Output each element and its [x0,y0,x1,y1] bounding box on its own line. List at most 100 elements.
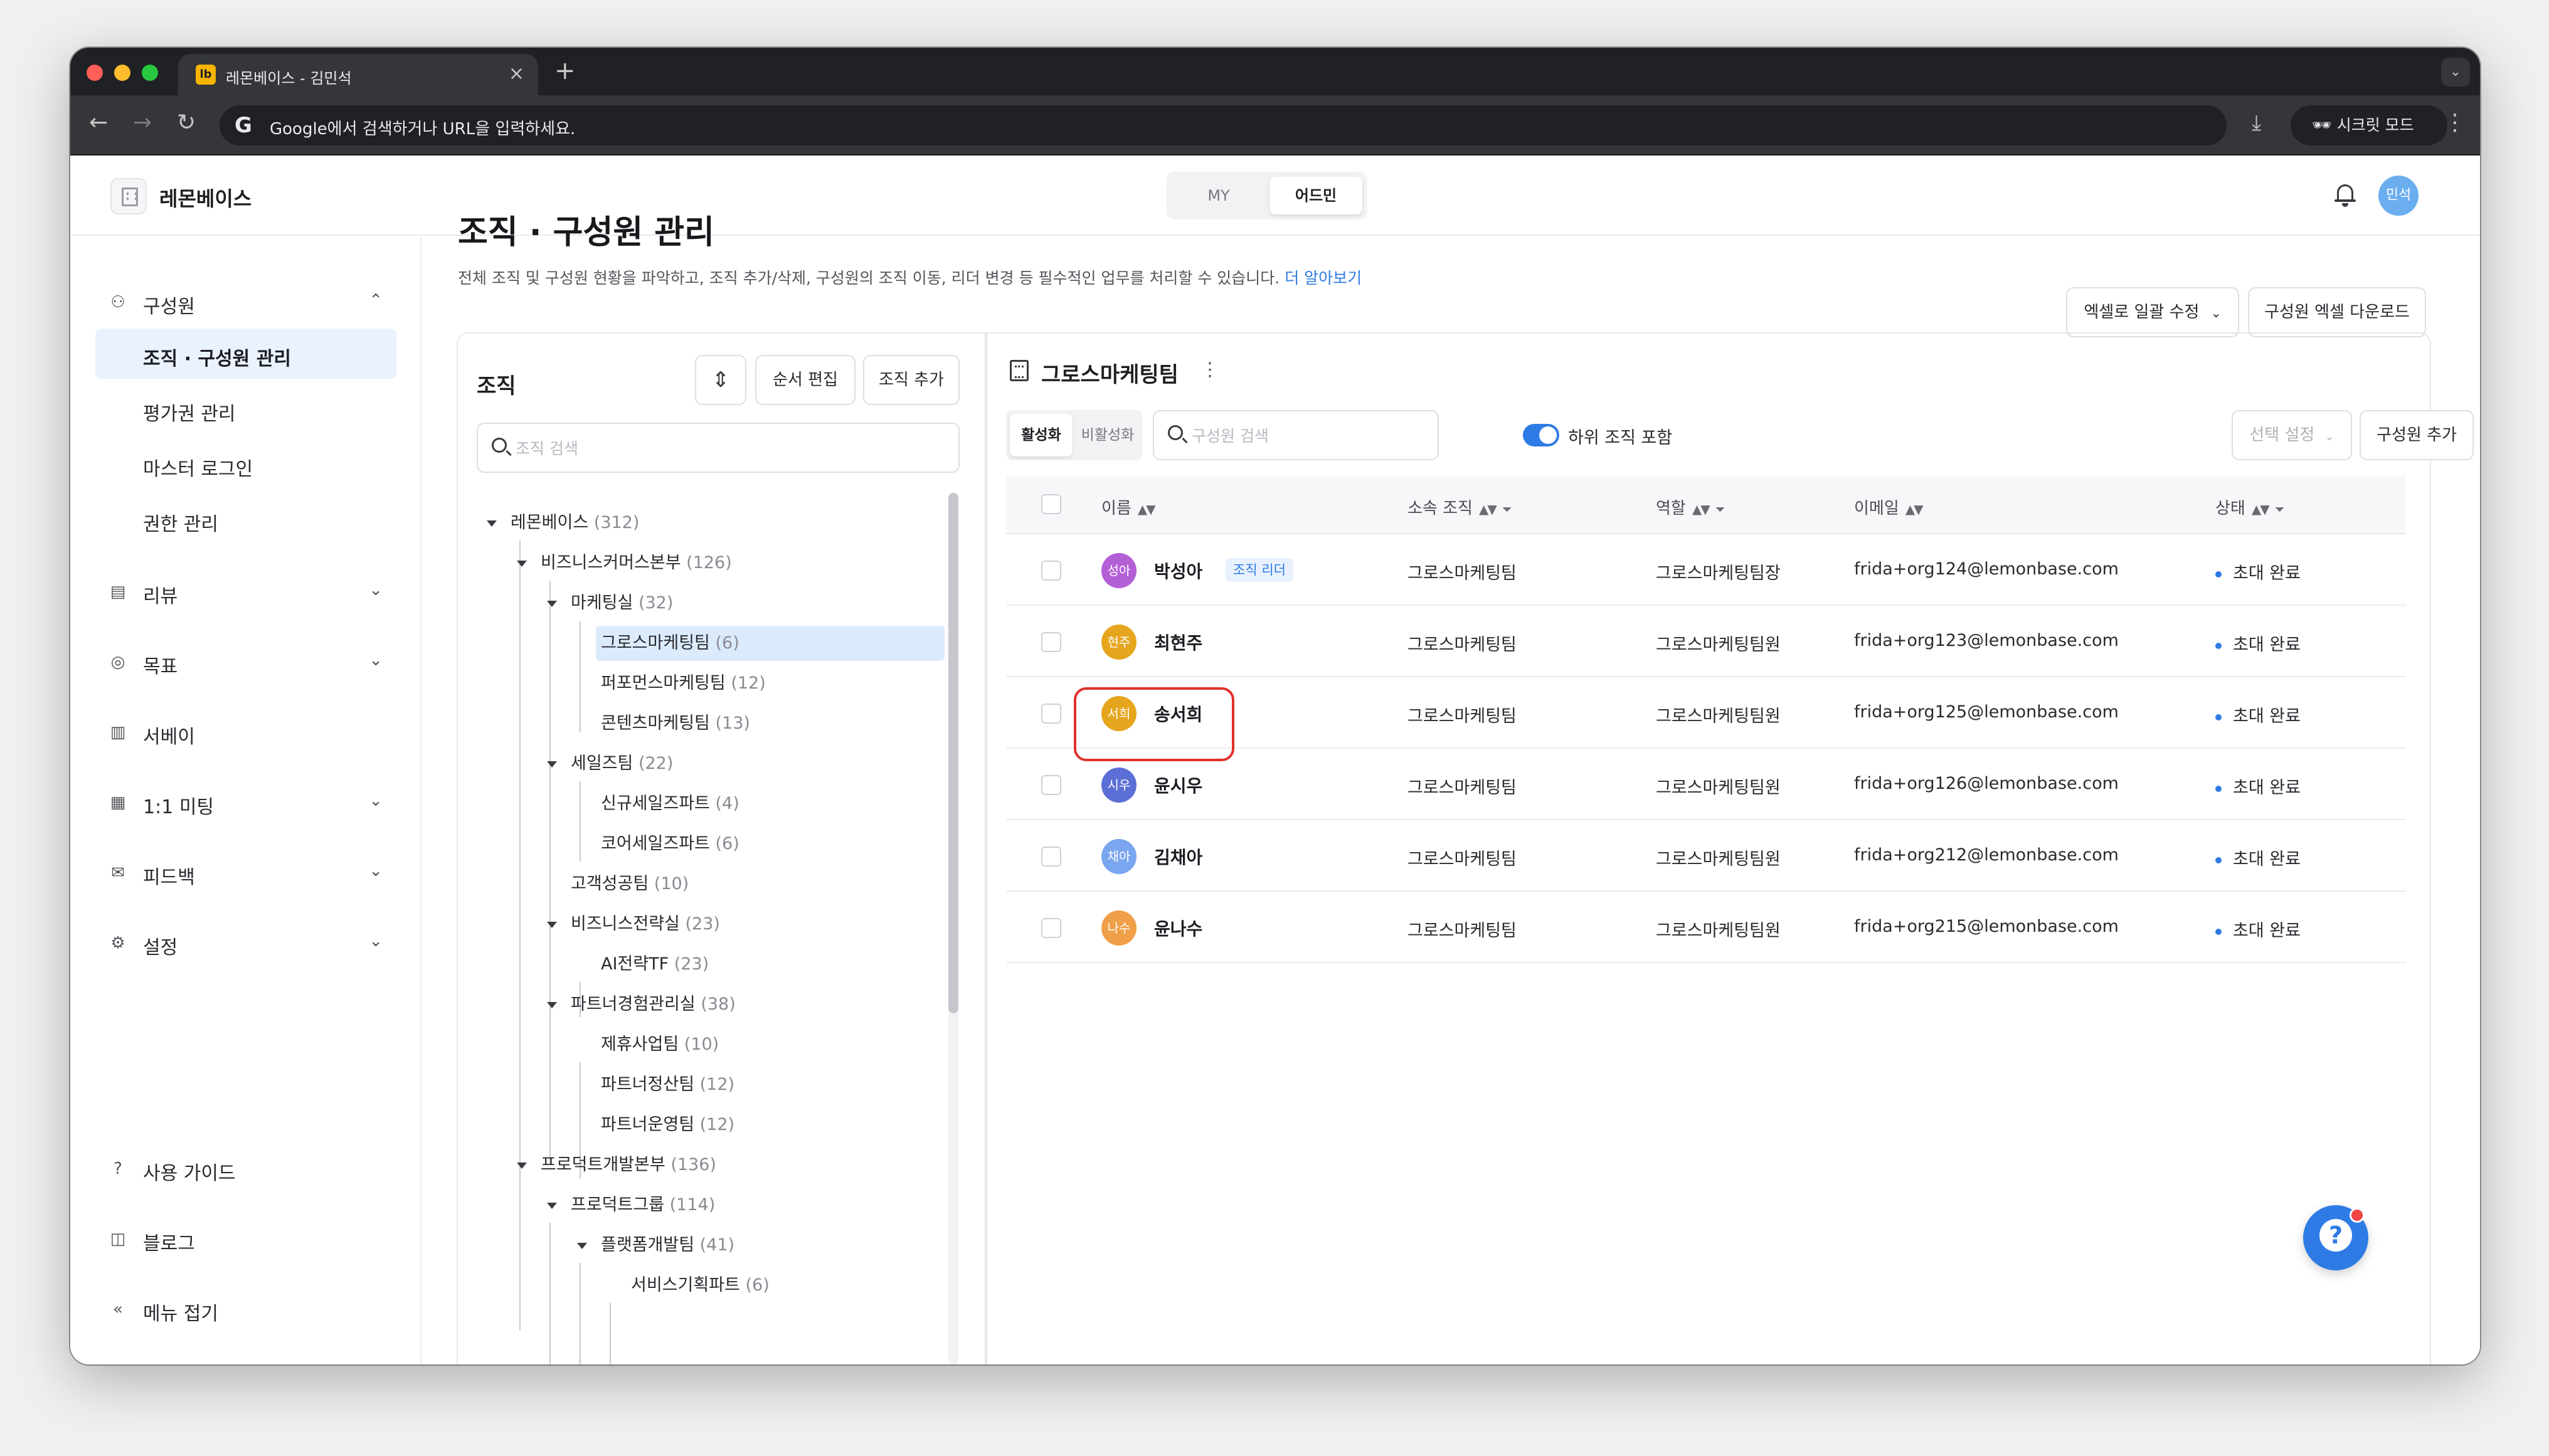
tab-active[interactable]: 활성화 [1010,414,1073,456]
row-checkbox[interactable] [1041,847,1061,867]
document-icon: ▤ [110,583,126,601]
member-search-field[interactable] [1153,410,1439,460]
back-arrow-icon[interactable]: ← [89,110,108,135]
tree-node[interactable]: 파트너경험관리실 (38) [547,987,736,1022]
browser-menu-icon[interactable]: ⋮ [2444,109,2466,137]
row-checkbox[interactable] [1041,632,1061,652]
caret-down-icon [517,1162,527,1169]
tree-node[interactable]: 콘텐츠마케팅팀 (13) [601,706,750,741]
incognito-indicator[interactable]: 🕶 시크릿 모드 [2291,105,2447,145]
column-header-role[interactable]: 역할 ▲▼ ⏷ [1656,495,1725,519]
member-name[interactable]: 김채아 [1154,844,1202,869]
sidebar-sub-master-login[interactable]: 마스터 로그인 [95,439,396,489]
member-name[interactable]: 최현주 [1154,630,1202,655]
forward-arrow-icon[interactable]: → [133,110,152,135]
status-label: 초대 완료 [2233,921,2301,941]
tree-node[interactable]: 코어세일즈파트 (6) [601,826,739,862]
select-all-checkbox[interactable] [1041,494,1061,514]
tree-node[interactable]: 퍼포먼스마케팅팀 (12) [601,666,766,701]
company-logo-icon[interactable] [110,178,147,214]
column-header-org[interactable]: 소속 조직 ▲▼ ⏷ [1407,495,1512,519]
tree-node[interactable]: 프로덕트그룹 (114) [547,1188,715,1223]
brand-name[interactable]: 레몬베이스 [159,183,252,212]
tree-node[interactable]: 고객성공팀 (10) [571,867,689,902]
tree-node[interactable]: AI전략TF (23) [601,947,709,982]
column-header-status[interactable]: 상태 ▲▼ ⏷ [2215,495,2285,519]
browser-tab[interactable]: lb 레몬베이스 - 김민석 × [178,54,538,95]
column-header-name[interactable]: 이름 ▲▼ [1101,495,1156,519]
sidebar-item-one-on-one[interactable]: ▦ 1:1 미팅 ⌄ [108,778,396,828]
org-search-input[interactable] [516,433,900,464]
excel-download-button[interactable]: 구성원 엑셀 다운로드 [2248,287,2426,337]
maximize-window-button[interactable] [142,65,158,81]
tree-node[interactable]: 신규세일즈파트 (4) [601,786,739,821]
tree-node[interactable]: 비즈니스커머스본부 (126) [517,546,732,581]
tree-node[interactable]: 플랫폼개발팀 (41) [577,1228,734,1263]
new-tab-icon[interactable]: + [554,56,576,85]
row-checkbox[interactable] [1041,918,1061,938]
sidebar-collapse-button[interactable]: « 메뉴 접기 [108,1284,396,1334]
member-name[interactable]: 윤나수 [1154,915,1202,941]
help-chat-button[interactable]: ? [2303,1205,2368,1270]
tree-node[interactable]: 세일즈팀 (22) [547,746,673,781]
member-name[interactable]: 박성아 [1154,558,1202,583]
tab-search-chevron-icon[interactable]: ⌄ [2441,58,2470,87]
member-search-input[interactable] [1192,420,1419,451]
select-settings-button[interactable]: 선택 설정 ⌄ [2232,410,2352,460]
address-bar[interactable]: G Google에서 검색하거나 URL을 입력하세요. [220,105,2227,145]
tree-node-selected[interactable]: 그로스마케팅팀 (6) [596,626,945,661]
tree-node-count: (23) [685,914,720,934]
include-sub-orgs-toggle[interactable] [1523,424,1559,446]
mode-admin-button[interactable]: 어드민 [1269,177,1362,214]
column-header-email[interactable]: 이메일 ▲▼ [1854,495,1924,519]
tree-node[interactable]: 마케팅실 (32) [547,586,673,621]
tree-node-count: (12) [699,1075,735,1094]
close-window-button[interactable] [87,65,103,81]
filter-icon: ⏷ [1502,502,1512,517]
reorder-button[interactable]: 순서 편집 [755,355,856,405]
mode-my-button[interactable]: MY [1172,177,1266,214]
row-checkbox[interactable] [1041,704,1061,724]
tree-node[interactable]: 제휴사업팀 (10) [601,1027,719,1062]
member-name[interactable]: 윤시우 [1154,773,1202,798]
collapse-all-icon[interactable]: ⇕ [695,355,746,405]
table-row[interactable]: 채아 김채아 그로스마케팅팀 그로스마케팅팀원 frida+org212@lem… [1006,820,2406,892]
tree-node[interactable]: 비즈니스전략실 (23) [547,907,720,942]
sidebar-item-user-guide[interactable]: ? 사용 가이드 [108,1144,396,1194]
minimize-window-button[interactable] [114,65,130,81]
excel-bulk-edit-button[interactable]: 엑셀로 일괄 수정 ⌄ [2066,287,2239,337]
tree-node[interactable]: 파트너운영팀 (12) [601,1107,734,1142]
org-tree-panel: 조직 ⇕ 순서 편집 조직 추가 레몬베이스 (312) 비즈니스커머스본부 (… [457,332,986,1364]
org-tree-scroll-thumb[interactable] [948,493,958,1013]
sidebar-item-members[interactable]: ⚇ 구성원 ⌃ [108,277,396,327]
learn-more-link[interactable]: 더 알아보기 [1285,269,1362,287]
tree-node[interactable]: 레몬베이스 (312) [487,505,639,541]
table-row[interactable]: 나수 윤나수 그로스마케팅팀 그로스마케팅팀원 frida+org215@lem… [1006,892,2406,963]
close-tab-icon[interactable]: × [509,63,524,85]
sidebar-item-blog[interactable]: ◫ 블로그 [108,1214,396,1264]
more-options-icon[interactable]: ⋮ [1200,359,1219,381]
download-icon[interactable]: ⤓ [2252,110,2261,135]
row-checkbox[interactable] [1041,775,1061,795]
tree-node[interactable]: 프로덕트개발본부 (136) [517,1147,716,1183]
sidebar-item-goals[interactable]: ◎ 목표 ⌄ [108,637,396,687]
table-row[interactable]: 성아 박성아 조직 리더 그로스마케팅팀 그로스마케팅팀장 frida+org1… [1006,534,2406,606]
add-org-button[interactable]: 조직 추가 [863,355,960,405]
tab-inactive[interactable]: 비활성화 [1076,414,1139,456]
reload-icon[interactable]: ↻ [177,110,196,135]
notification-bell-icon[interactable] [2329,179,2361,211]
table-row[interactable]: 현주 최현주 그로스마케팅팀 그로스마케팅팀원 frida+org123@lem… [1006,606,2406,677]
sidebar-sub-permissions[interactable]: 권한 관리 [95,494,396,544]
row-checkbox[interactable] [1041,561,1061,581]
tree-node[interactable]: 서비스기획파트 (6) [631,1268,770,1303]
sidebar-item-feedback[interactable]: ✉ 피드백 ⌄ [108,848,396,898]
org-search-field[interactable] [477,423,960,473]
sidebar-item-settings[interactable]: ⚙ 설정 ⌄ [108,918,396,968]
tree-node[interactable]: 파트너정산팀 (12) [601,1067,734,1102]
sidebar-item-survey[interactable]: ▥ 서베이 [108,707,396,757]
user-avatar[interactable]: 민석 [2378,176,2419,216]
sidebar-item-review[interactable]: ▤ 리뷰 ⌄ [108,567,396,617]
add-member-button[interactable]: 구성원 추가 [2360,410,2474,460]
sidebar-sub-org-members[interactable]: 조직 · 구성원 관리 [95,329,396,379]
sidebar-sub-eval-rights[interactable]: 평가권 관리 [95,384,396,434]
